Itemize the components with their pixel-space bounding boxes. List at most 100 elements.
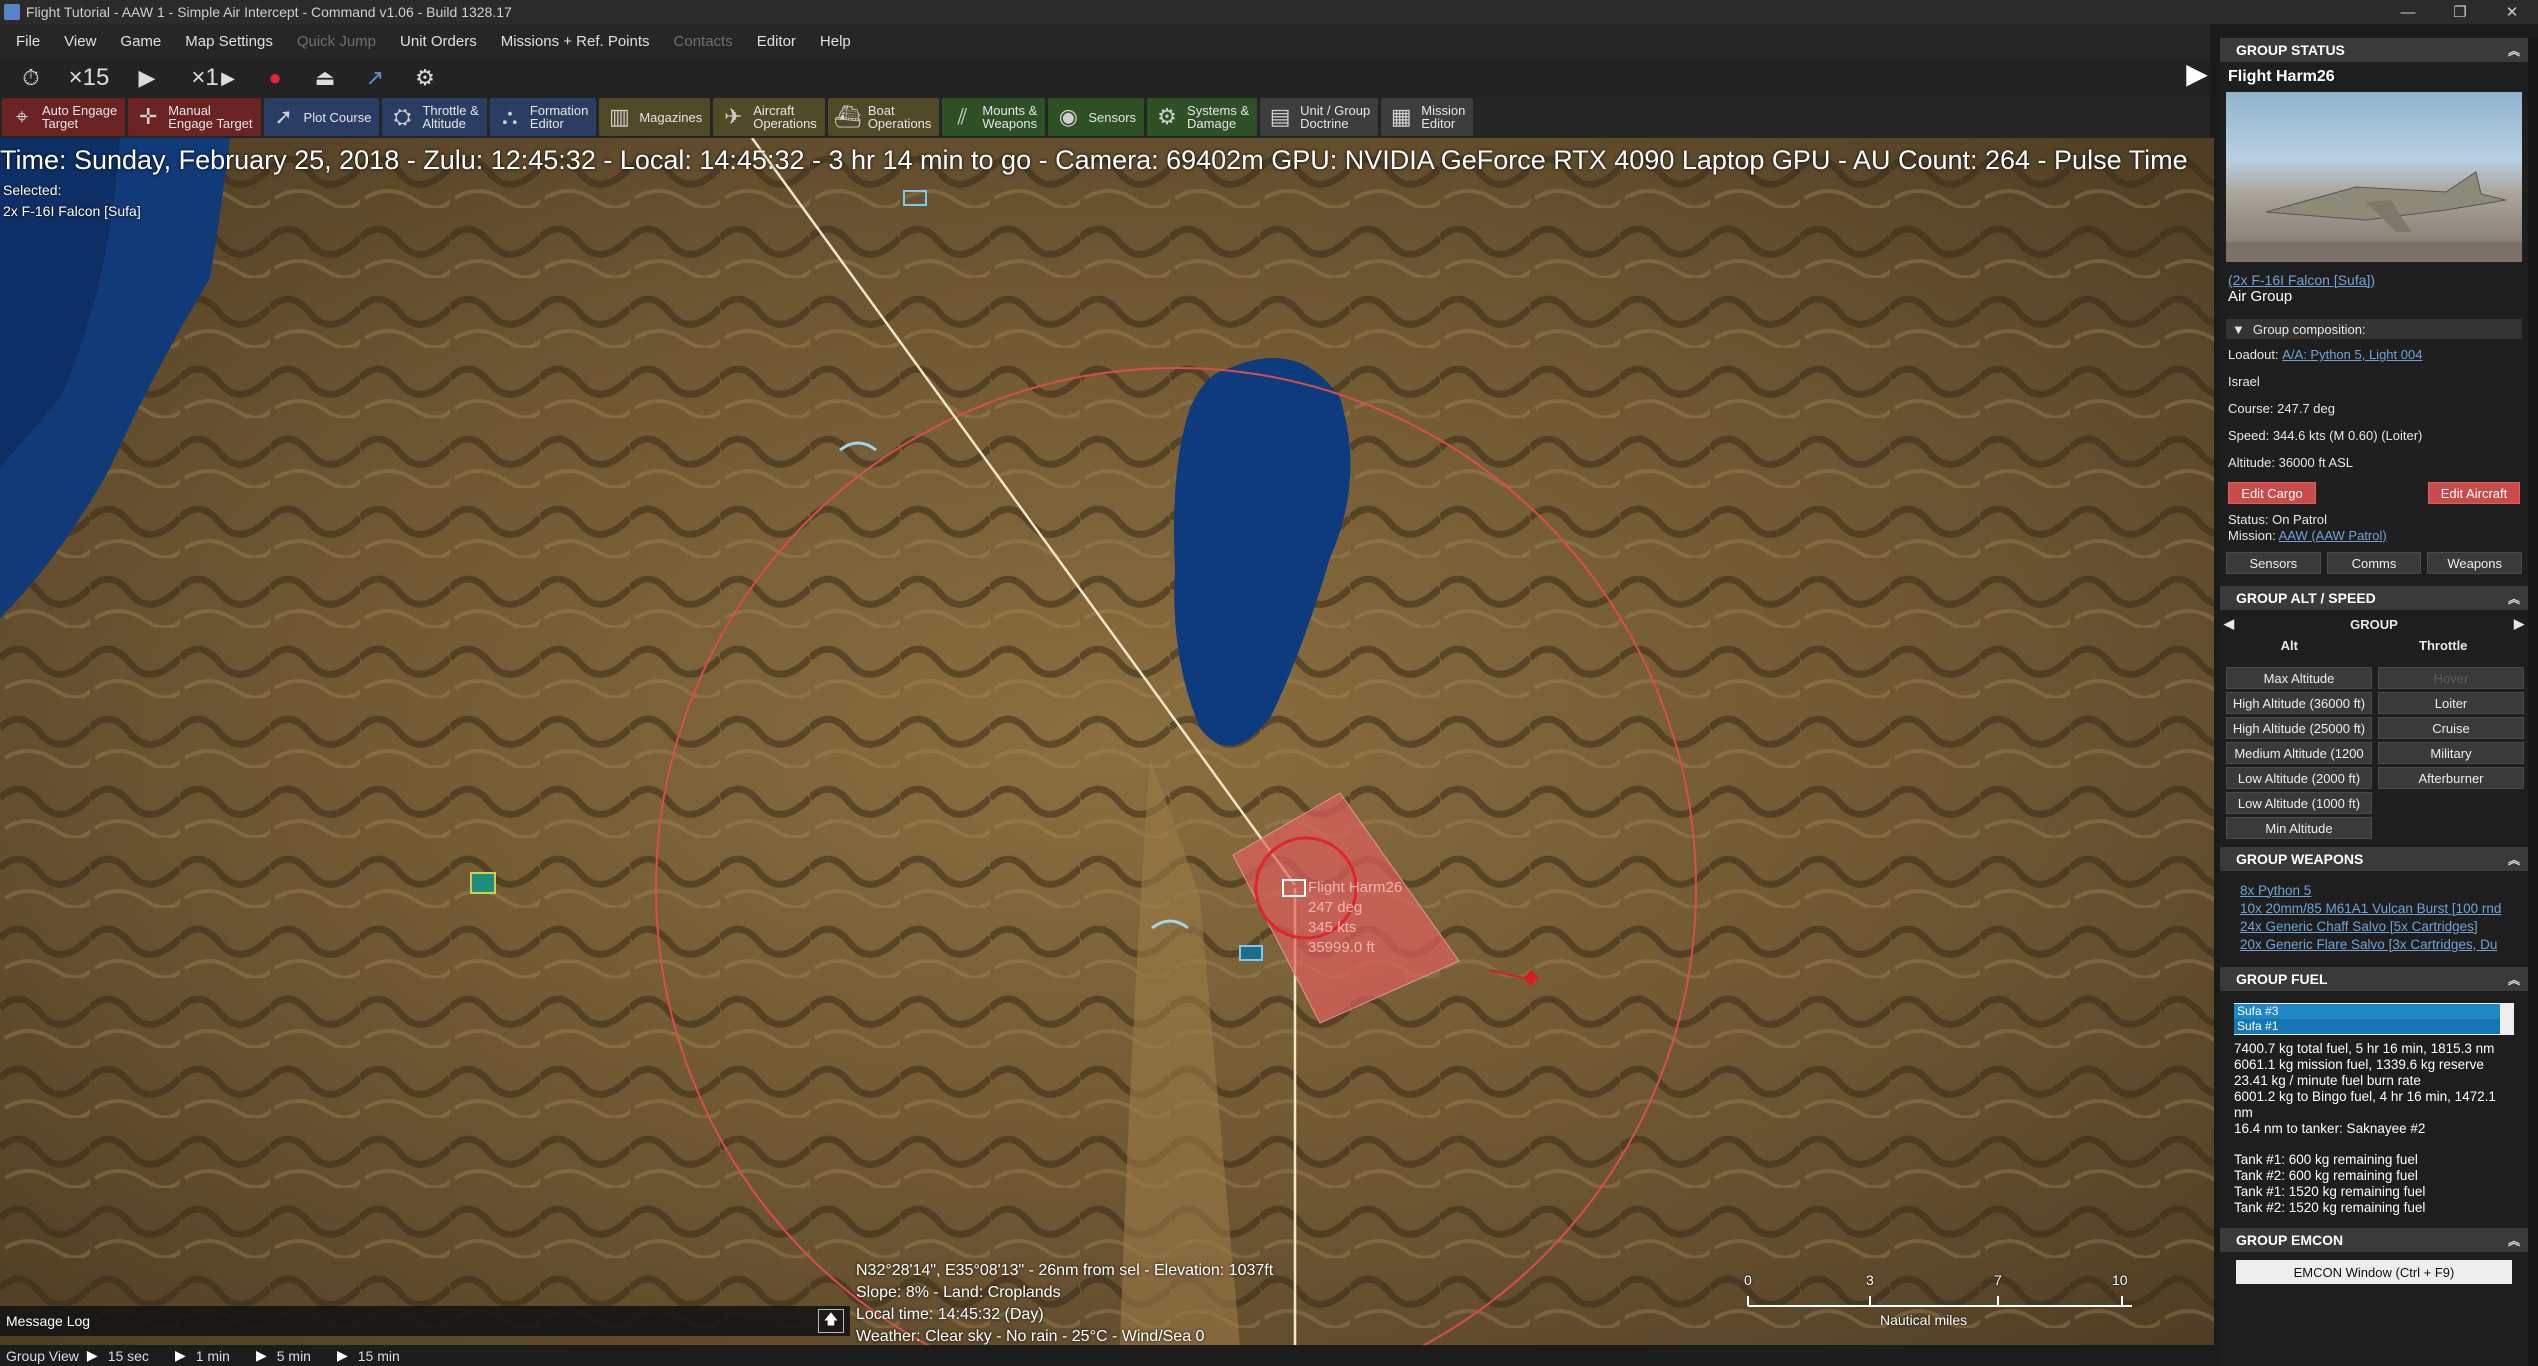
group-composition-row[interactable]: ▼ Group composition: (2226, 319, 2522, 339)
edit-cargo-button[interactable]: Edit Cargo (2228, 482, 2316, 504)
expand-log-icon[interactable]: 🡅 (818, 1309, 844, 1333)
side-label: Israel (2228, 374, 2260, 389)
message-log-bar[interactable]: Message Log 🡅 (0, 1306, 850, 1336)
toolbar-button-throttle[interactable]: ⛭ Throttle & Altitude (382, 98, 487, 136)
step-icon[interactable]: ▶ (218, 62, 238, 94)
toolbar-button-course[interactable]: ➚ Plot Course (263, 98, 380, 136)
menu-missions[interactable]: Missions + Ref. Points (489, 33, 662, 50)
unit-label-name: Flight Harm26 (1308, 879, 1403, 896)
prev-arrow-icon[interactable]: ◀ (2224, 616, 2234, 632)
group-fuel-header[interactable]: GROUP FUEL ︽ (2220, 967, 2528, 991)
collapse-icon[interactable]: ︽ (2508, 851, 2520, 868)
toolbar-button-sensor[interactable]: ◉ Sensors (1048, 98, 1145, 136)
step-15min[interactable]: ▶ 15 min (329, 1347, 400, 1364)
min-altitude-button[interactable]: Min Altitude (2226, 817, 2372, 839)
group-emcon-header[interactable]: GROUP EMCON ︽ (2220, 1228, 2528, 1252)
low-altitude-2000-button[interactable]: Low Altitude (2000 ft) (2226, 767, 2372, 789)
time-compression-button[interactable]: ×15 (56, 62, 122, 94)
menu-unit-orders[interactable]: Unit Orders (388, 33, 489, 50)
weapons-tab-button[interactable]: Weapons (2427, 552, 2523, 574)
collapse-icon[interactable]: ︽ (2508, 42, 2520, 59)
toolbar-button-formation[interactable]: ⛬ Formation Editor (489, 98, 597, 136)
alt-column-label: Alt (2280, 638, 2298, 653)
record-icon[interactable]: ● (250, 62, 300, 94)
toolbar-button-label: Systems & Damage (1187, 103, 1250, 131)
minimize-button[interactable]: — (2382, 0, 2434, 24)
toolbar-button-target[interactable]: ✛ Manual Engage Target (128, 98, 261, 136)
menu-game[interactable]: Game (108, 33, 173, 50)
loadout-link[interactable]: A/A: Python 5, Light 004 (2282, 347, 2422, 362)
comms-tab-button[interactable]: Comms (2326, 552, 2422, 574)
step-5min[interactable]: ▶ 5 min (248, 1347, 311, 1364)
window-title: Flight Tutorial - AAW 1 - Simple Air Int… (26, 4, 512, 20)
maximize-button[interactable]: ❐ (2434, 0, 2486, 24)
unit-map-label: Flight Harm26 247 deg 345 kts 35999.0 ft (1308, 878, 1402, 958)
afterburner-button[interactable]: Afterburner (2378, 767, 2524, 789)
toolbar-button-crosshair[interactable]: ⌖ Auto Engage Target (2, 98, 126, 136)
scale-tick-7: 7 (1994, 1272, 2002, 1288)
next-arrow-icon[interactable]: ▶ (2514, 616, 2524, 632)
toolbar-button-weapons[interactable]: ⫽ Mounts & Weapons (942, 98, 1046, 136)
menu-editor[interactable]: Editor (745, 33, 808, 50)
clock-icon[interactable]: ⏱ (6, 62, 56, 94)
menu-view[interactable]: View (52, 33, 108, 50)
hangar-icon[interactable]: ⏏ (300, 62, 350, 94)
medium-altitude-button[interactable]: Medium Altitude (1200 (2226, 742, 2372, 764)
expand-triangle-icon[interactable]: ▼ (2232, 322, 2245, 337)
menu-quick-jump[interactable]: Quick Jump (285, 33, 388, 50)
unit-type-link[interactable]: (2x F-16I Falcon [Sufa]) (2220, 262, 2528, 288)
step-1min[interactable]: ▶ 1 min (167, 1347, 230, 1364)
menu-file[interactable]: File (4, 33, 52, 50)
toolbar-button-systems[interactable]: ⚙ Systems & Damage (1147, 98, 1258, 136)
toolbar-button-magazine[interactable]: ▥ Magazines (599, 98, 711, 136)
fuel-line: 6061.1 kg mission fuel, 1339.6 kg reserv… (2234, 1057, 2484, 1072)
collapse-icon[interactable]: ︽ (2508, 971, 2520, 988)
title-bar: Flight Tutorial - AAW 1 - Simple Air Int… (0, 0, 2538, 24)
low-altitude-1000-button[interactable]: Low Altitude (1000 ft) (2226, 792, 2372, 814)
weapon-chaff-link[interactable]: 24x Generic Chaff Salvo [5x Cartridges] (2220, 917, 2528, 935)
menu-help[interactable]: Help (808, 33, 863, 50)
menu-map-settings[interactable]: Map Settings (173, 33, 285, 50)
toolbar-button-label: Throttle & Altitude (422, 103, 479, 131)
mission-link[interactable]: AAW (AAW Patrol) (2279, 528, 2387, 543)
toolbar-button-boat[interactable]: ⛴ Boat Operations (827, 98, 940, 136)
group-status-header[interactable]: GROUP STATUS ︽ (2220, 38, 2528, 62)
loadout-row: Loadout: A/A: Python 5, Light 004 (2220, 341, 2528, 368)
fuel-line: nm (2234, 1105, 2253, 1120)
step-15sec[interactable]: ▶ 15 sec (79, 1347, 149, 1364)
section-title: GROUP ALT / SPEED (2236, 590, 2376, 606)
menu-contacts[interactable]: Contacts (662, 33, 745, 50)
close-button[interactable]: ✕ (2486, 0, 2538, 24)
unit-link[interactable]: (2x F-16I Falcon [Sufa]) (2228, 272, 2375, 288)
toolbar-button-aircraft[interactable]: ✈ Aircraft Operations (713, 98, 825, 136)
loiter-button[interactable]: Loiter (2378, 692, 2524, 714)
edit-aircraft-button[interactable]: Edit Aircraft (2428, 482, 2520, 504)
hover-button[interactable]: Hover (2378, 667, 2524, 689)
panel-scrollbar[interactable] (2528, 38, 2538, 1366)
max-altitude-button[interactable]: Max Altitude (2226, 667, 2372, 689)
cruise-button[interactable]: Cruise (2378, 717, 2524, 739)
collapse-icon[interactable]: ︽ (2508, 1232, 2520, 1249)
toolbar-button-label: Auto Engage Target (42, 103, 118, 131)
collapse-icon[interactable]: ︽ (2508, 590, 2520, 607)
panel-toggle-arrow-icon[interactable]: ▶ (2184, 48, 2210, 98)
tactical-map[interactable]: Flight Harm26 247 deg 345 kts 35999.0 ft (0, 138, 2214, 1345)
emcon-window-button[interactable]: EMCON Window (Ctrl + F9) (2236, 1260, 2512, 1284)
high-altitude-36000-button[interactable]: High Altitude (36000 ft) (2226, 692, 2372, 714)
course-icon: ➚ (274, 104, 293, 129)
weapon-vulcan-link[interactable]: 10x 20mm/85 M61A1 Vulcan Burst [100 rnd (2220, 899, 2528, 917)
alt-speed-header[interactable]: GROUP ALT / SPEED ︽ (2220, 586, 2528, 610)
weapon-flare-link[interactable]: 20x Generic Flare Salvo [3x Cartridges, … (2220, 935, 2528, 953)
military-button[interactable]: Military (2378, 742, 2524, 764)
weapon-python5-link[interactable]: 8x Python 5 (2220, 881, 2528, 899)
high-altitude-25000-button[interactable]: High Altitude (25000 ft) (2226, 717, 2372, 739)
jump-icon[interactable]: ↗ (350, 62, 400, 94)
toolbar-button-mission[interactable]: ▦ Mission Editor (1381, 98, 1474, 136)
sensors-tab-button[interactable]: Sensors (2226, 552, 2321, 574)
menu-bar: File View Game Map Settings Quick Jump U… (0, 24, 2210, 58)
group-weapons-header[interactable]: GROUP WEAPONS ︽ (2220, 847, 2528, 871)
play-icon[interactable]: ▶ (122, 62, 172, 94)
toolbar-button-doctrine[interactable]: ▤ Unit / Group Doctrine (1260, 98, 1379, 136)
settings-gear-icon[interactable]: ⚙ (400, 62, 450, 94)
status-label: Status: On Patrol (2228, 512, 2327, 527)
